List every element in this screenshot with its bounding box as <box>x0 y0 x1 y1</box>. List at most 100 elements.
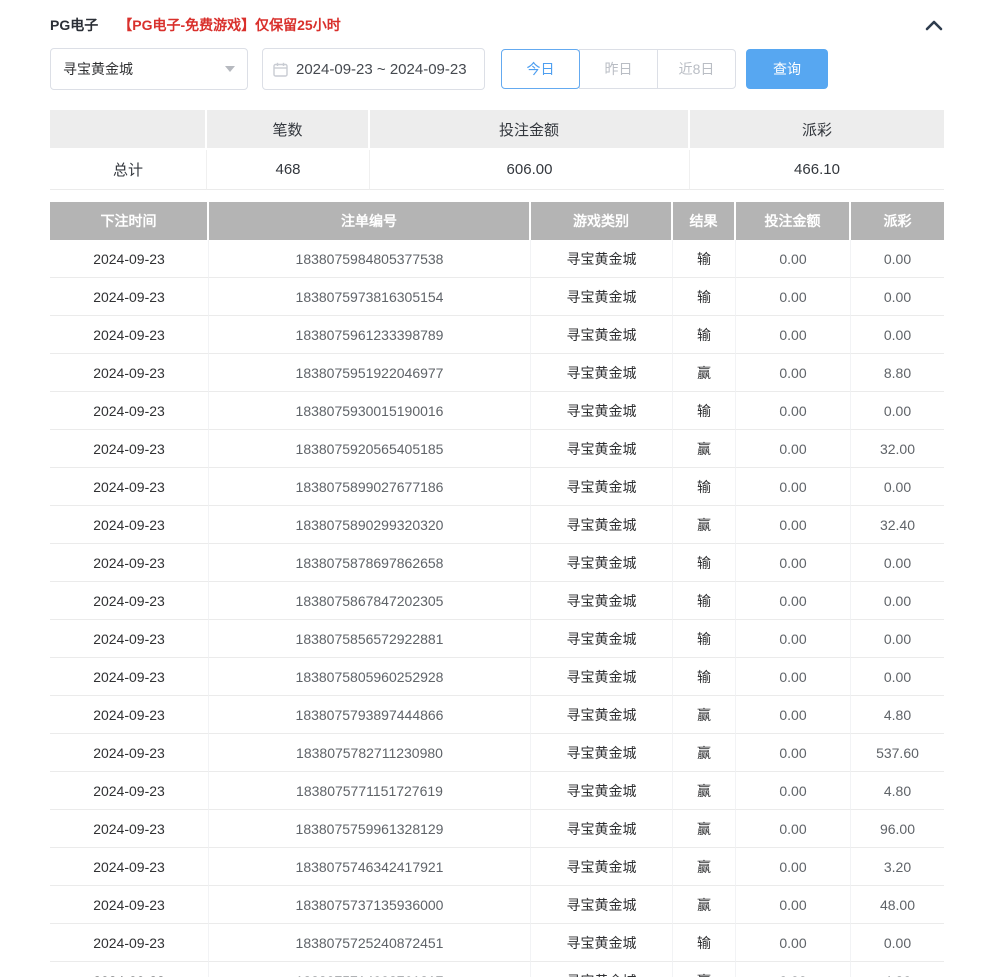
summary-header-empty <box>50 110 207 150</box>
cell-result: 输 <box>673 240 736 278</box>
cell-bet-id: 1838075714902761217 <box>209 962 531 977</box>
cell-game-category: 寻宝黄金城 <box>531 278 673 316</box>
quick-range-8days-button[interactable]: 近8日 <box>657 49 736 89</box>
cell-bet-time: 2024-09-23 <box>50 468 209 506</box>
summary-total-label: 总计 <box>50 150 207 190</box>
cell-bet-time: 2024-09-23 <box>50 278 209 316</box>
cell-game-category: 寻宝黄金城 <box>531 544 673 582</box>
game-select-value: 寻宝黄金城 <box>63 59 133 79</box>
cell-bet-time: 2024-09-23 <box>50 848 209 886</box>
collapse-panel-button[interactable] <box>924 18 944 32</box>
cell-payout: 0.00 <box>851 620 944 658</box>
cell-result: 赢 <box>673 354 736 392</box>
summary-header-payout: 派彩 <box>690 110 944 150</box>
cell-game-category: 寻宝黄金城 <box>531 962 673 977</box>
cell-bet-id: 1838075961233398789 <box>209 316 531 354</box>
cell-bet-amount: 0.00 <box>736 392 851 430</box>
records-header-bet-time: 下注时间 <box>50 202 209 240</box>
table-row: 2024-09-23 1838075725240872451 寻宝黄金城 输 0… <box>50 924 944 962</box>
summary-header-count: 笔数 <box>207 110 370 150</box>
cell-payout: 0.00 <box>851 658 944 696</box>
summary-total-payout: 466.10 <box>690 150 944 190</box>
cell-bet-id: 1838075920565405185 <box>209 430 531 468</box>
cell-bet-time: 2024-09-23 <box>50 924 209 962</box>
cell-payout: 32.00 <box>851 430 944 468</box>
cell-game-category: 寻宝黄金城 <box>531 924 673 962</box>
retention-notice: 【PG电子-免费游戏】仅保留25小时 <box>118 15 340 35</box>
cell-bet-amount: 0.00 <box>736 582 851 620</box>
page: PG电子 【PG电子-免费游戏】仅保留25小时 寻宝黄金城 2024-09-23… <box>0 0 999 977</box>
page-title: PG电子 <box>50 15 98 35</box>
cell-bet-id: 1838075759961328129 <box>209 810 531 848</box>
date-range-value: 2024-09-23 ~ 2024-09-23 <box>296 61 467 78</box>
cell-bet-id: 1838075984805377538 <box>209 240 531 278</box>
cell-result: 输 <box>673 924 736 962</box>
cell-bet-amount: 0.00 <box>736 658 851 696</box>
cell-payout: 48.00 <box>851 886 944 924</box>
cell-bet-amount: 0.00 <box>736 620 851 658</box>
search-button[interactable]: 查询 <box>746 49 828 89</box>
cell-payout: 4.80 <box>851 962 944 977</box>
table-row: 2024-09-23 1838075890299320320 寻宝黄金城 赢 0… <box>50 506 944 544</box>
table-row: 2024-09-23 1838075951922046977 寻宝黄金城 赢 0… <box>50 354 944 392</box>
quick-range-yesterday-button[interactable]: 昨日 <box>579 49 658 89</box>
table-row: 2024-09-23 1838075782711230980 寻宝黄金城 赢 0… <box>50 734 944 772</box>
cell-bet-id: 1838075899027677186 <box>209 468 531 506</box>
cell-bet-id: 1838075890299320320 <box>209 506 531 544</box>
cell-bet-time: 2024-09-23 <box>50 658 209 696</box>
cell-bet-time: 2024-09-23 <box>50 392 209 430</box>
cell-game-category: 寻宝黄金城 <box>531 354 673 392</box>
cell-bet-id: 1838075805960252928 <box>209 658 531 696</box>
cell-payout: 0.00 <box>851 240 944 278</box>
table-row: 2024-09-23 1838075793897444866 寻宝黄金城 赢 0… <box>50 696 944 734</box>
summary-header-bet-amount: 投注金额 <box>370 110 690 150</box>
cell-game-category: 寻宝黄金城 <box>531 886 673 924</box>
cell-bet-id: 1838075737135936000 <box>209 886 531 924</box>
cell-payout: 537.60 <box>851 734 944 772</box>
cell-result: 输 <box>673 468 736 506</box>
cell-bet-id: 1838075746342417921 <box>209 848 531 886</box>
cell-result: 赢 <box>673 430 736 468</box>
cell-result: 赢 <box>673 848 736 886</box>
cell-game-category: 寻宝黄金城 <box>531 240 673 278</box>
table-row: 2024-09-23 1838075899027677186 寻宝黄金城 输 0… <box>50 468 944 506</box>
cell-result: 输 <box>673 620 736 658</box>
table-row: 2024-09-23 1838075920565405185 寻宝黄金城 赢 0… <box>50 430 944 468</box>
summary-total-count: 468 <box>207 150 370 190</box>
cell-bet-amount: 0.00 <box>736 810 851 848</box>
cell-result: 赢 <box>673 962 736 977</box>
summary-total-row: 总计 468 606.00 466.10 <box>50 150 944 190</box>
cell-result: 输 <box>673 544 736 582</box>
records-header-result: 结果 <box>673 202 736 240</box>
cell-bet-amount: 0.00 <box>736 430 851 468</box>
cell-game-category: 寻宝黄金城 <box>531 620 673 658</box>
cell-result: 赢 <box>673 810 736 848</box>
cell-bet-time: 2024-09-23 <box>50 582 209 620</box>
cell-game-category: 寻宝黄金城 <box>531 506 673 544</box>
cell-bet-amount: 0.00 <box>736 886 851 924</box>
cell-bet-time: 2024-09-23 <box>50 696 209 734</box>
cell-bet-amount: 0.00 <box>736 316 851 354</box>
cell-bet-time: 2024-09-23 <box>50 430 209 468</box>
cell-result: 输 <box>673 316 736 354</box>
cell-bet-time: 2024-09-23 <box>50 316 209 354</box>
game-select[interactable]: 寻宝黄金城 <box>50 48 248 90</box>
records-header-bet-amount: 投注金额 <box>736 202 851 240</box>
date-range-input[interactable]: 2024-09-23 ~ 2024-09-23 <box>262 48 485 90</box>
cell-game-category: 寻宝黄金城 <box>531 848 673 886</box>
cell-bet-time: 2024-09-23 <box>50 620 209 658</box>
cell-payout: 8.80 <box>851 354 944 392</box>
cell-bet-amount: 0.00 <box>736 278 851 316</box>
quick-range-today-button[interactable]: 今日 <box>501 49 580 89</box>
cell-game-category: 寻宝黄金城 <box>531 772 673 810</box>
records-body: 2024-09-23 1838075984805377538 寻宝黄金城 输 0… <box>50 240 944 977</box>
cell-bet-id: 1838075771151727619 <box>209 772 531 810</box>
cell-payout: 0.00 <box>851 544 944 582</box>
cell-result: 赢 <box>673 886 736 924</box>
table-row: 2024-09-23 1838075973816305154 寻宝黄金城 输 0… <box>50 278 944 316</box>
cell-bet-amount: 0.00 <box>736 924 851 962</box>
cell-bet-time: 2024-09-23 <box>50 240 209 278</box>
table-row: 2024-09-23 1838075759961328129 寻宝黄金城 赢 0… <box>50 810 944 848</box>
summary-table: 笔数 投注金额 派彩 总计 468 606.00 466.10 <box>50 110 944 190</box>
cell-bet-id: 1838075782711230980 <box>209 734 531 772</box>
